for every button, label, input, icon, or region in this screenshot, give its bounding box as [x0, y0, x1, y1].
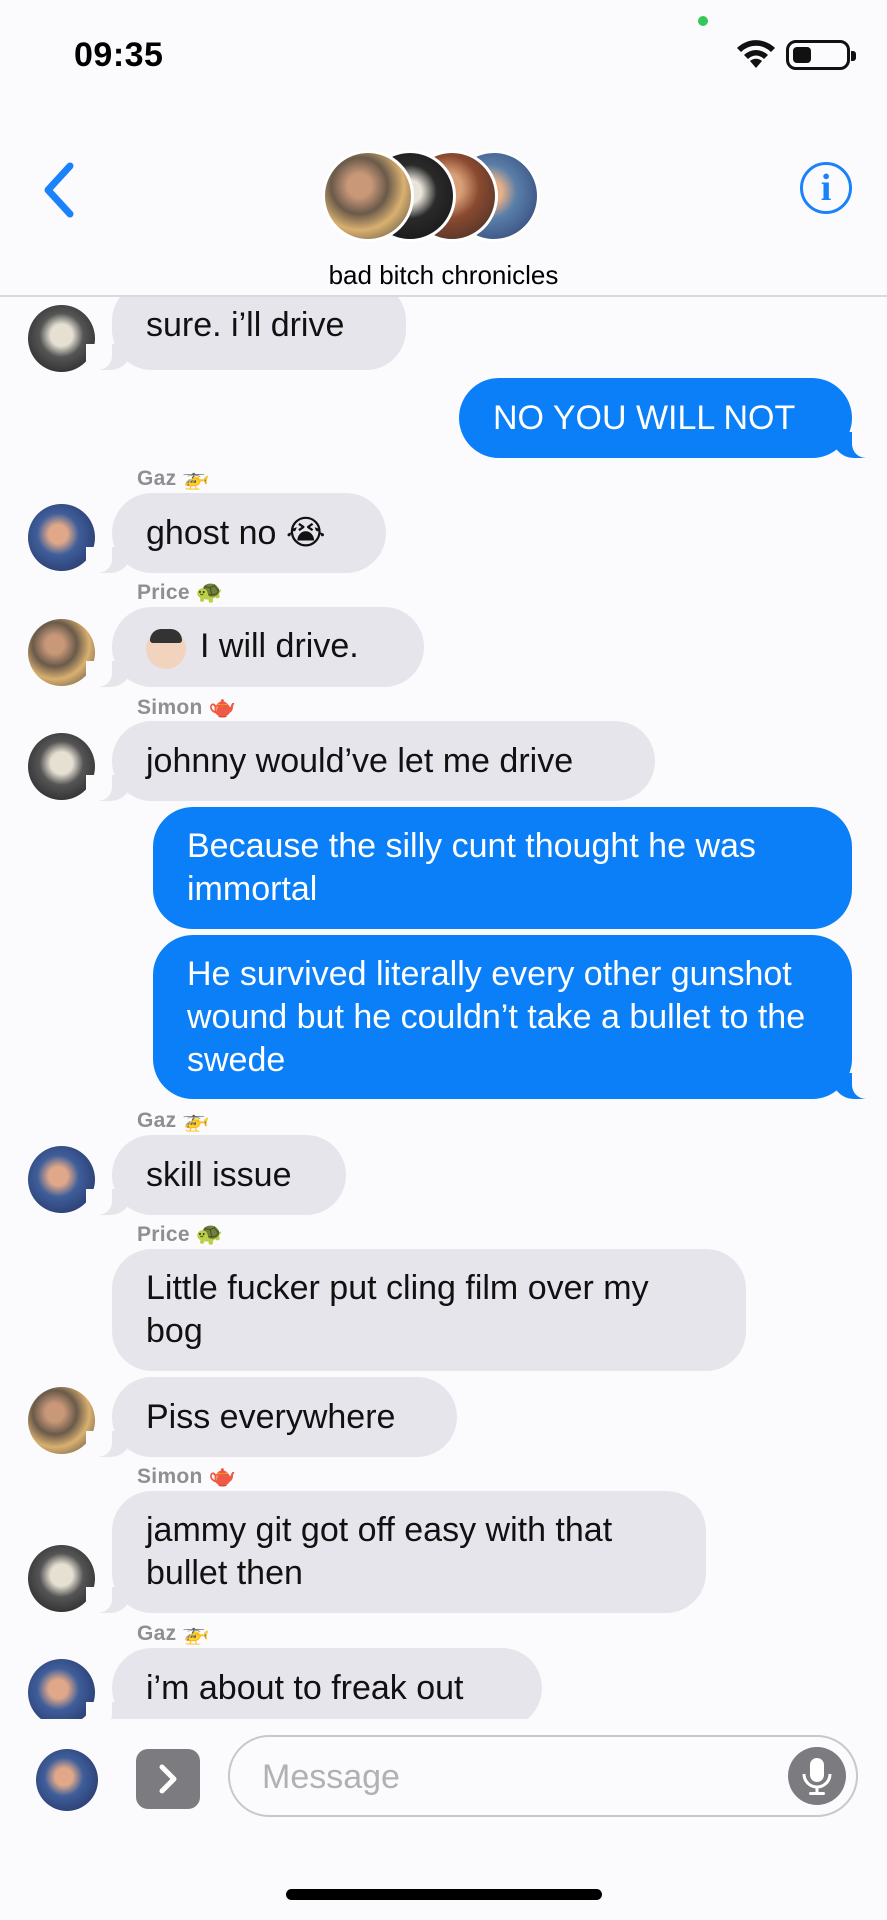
avatar-simon [28, 305, 95, 372]
status-bar: 09:35 [0, 0, 887, 110]
back-chevron-icon[interactable] [36, 158, 86, 222]
message-text: sure. i’ll drive [146, 306, 345, 344]
helicopter-emoji: 🚁 [182, 1107, 211, 1132]
message-input[interactable] [260, 1751, 744, 1803]
wifi-icon [737, 40, 775, 68]
battery-icon [786, 40, 856, 70]
apps-chevron-icon [159, 1764, 177, 1794]
message-text: Because the silly cunt thought he was im… [187, 827, 756, 908]
sender-label-price: Price 🐢 [137, 1221, 224, 1246]
facepalm-emoji [146, 628, 186, 669]
message-bubble[interactable]: Piss everywhere [86, 1377, 457, 1457]
message-text: jammy git got off easy with that bullet … [146, 1511, 613, 1592]
sender-label-gaz: Gaz 🚁 [137, 1107, 211, 1132]
sender-label-simon: Simon 🫖 [137, 694, 237, 719]
message-bubble[interactable]: johnny would’ve let me drive [86, 721, 655, 801]
avatar-price [28, 619, 95, 686]
avatar-gaz [28, 1659, 95, 1719]
apps-button[interactable] [136, 1749, 200, 1809]
sender-label-gaz: Gaz 🚁 [137, 1620, 211, 1645]
message-bubble[interactable]: NO YOU WILL NOT [459, 378, 878, 458]
message-text: Little fucker put cling film over my bog [146, 1269, 649, 1350]
message-bubble[interactable]: i’m about to freak out [86, 1648, 542, 1719]
message-text: NO YOU WILL NOT [493, 398, 796, 437]
message-thread[interactable]: sure. i’ll drive NO YOU WILL NOT Gaz 🚁 gh… [0, 297, 887, 1719]
message-composer [0, 1719, 887, 1920]
message-text: ghost no 😭 [146, 513, 326, 552]
avatar-simon [28, 733, 95, 800]
message-bubble[interactable]: I will drive. [86, 607, 424, 687]
group-name[interactable]: bad bitch chronicles [0, 260, 887, 291]
sender-label-simon: Simon 🫖 [137, 1463, 237, 1488]
message-text: skill issue [146, 1155, 292, 1194]
message-bubble[interactable]: skill issue [86, 1135, 346, 1215]
info-icon[interactable]: i [800, 162, 852, 214]
message-text: i’m about to freak out [146, 1668, 464, 1707]
avatar-price [28, 1387, 95, 1454]
avatar-simon [28, 1545, 95, 1612]
message-bubble[interactable]: Little fucker put cling film over my bog [112, 1249, 746, 1371]
message-bubble[interactable]: He survived literally every other gunsho… [153, 935, 878, 1099]
sender-label-gaz: Gaz 🚁 [137, 465, 211, 490]
avatar-gaz [28, 504, 95, 571]
avatar-gaz [28, 1146, 95, 1213]
message-text: johnny would’ve let me drive [146, 741, 574, 780]
message-bubble[interactable]: Because the silly cunt thought he was im… [153, 807, 852, 929]
conversation-header: bad bitch chronicles i [0, 110, 887, 297]
helicopter-emoji: 🚁 [182, 465, 211, 490]
home-indicator[interactable] [286, 1889, 602, 1900]
message-bubble[interactable]: jammy git got off easy with that bullet … [86, 1491, 706, 1613]
avatar [322, 150, 414, 242]
message-text: He survived literally every other gunsho… [187, 954, 806, 1079]
turtle-emoji: 🐢 [195, 1221, 224, 1246]
message-text: I will drive. [200, 627, 359, 666]
status-time: 09:35 [74, 36, 164, 74]
helicopter-emoji: 🚁 [182, 1620, 211, 1645]
teapot-emoji: 🫖 [208, 1463, 237, 1488]
teapot-emoji: 🫖 [208, 694, 237, 719]
message-bubble[interactable]: ghost no 😭 [86, 493, 386, 573]
sender-label-price: Price 🐢 [137, 579, 224, 604]
message-input-field[interactable] [228, 1735, 858, 1817]
group-avatar-stack[interactable] [322, 150, 542, 246]
turtle-emoji: 🐢 [195, 579, 224, 604]
message-bubble[interactable]: sure. i’ll drive [86, 297, 406, 370]
message-text: Piss everywhere [146, 1397, 396, 1436]
avatar-self[interactable] [36, 1749, 98, 1811]
camera-indicator-dot [698, 16, 708, 26]
microphone-icon[interactable] [788, 1747, 846, 1805]
